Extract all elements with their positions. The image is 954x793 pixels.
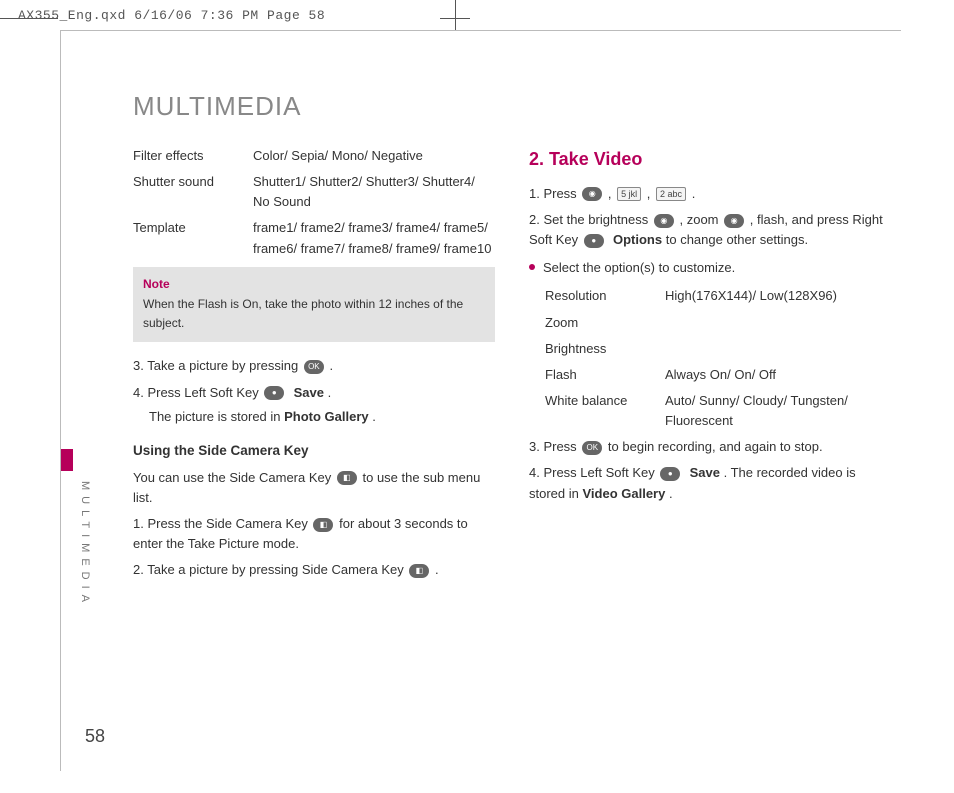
note-body: When the Flash is On, take the photo wit… (143, 295, 485, 332)
text: to begin recording, and again to stop. (608, 439, 823, 454)
side-intro: You can use the Side Camera Key ◧ to use… (133, 468, 495, 508)
text: 3. Press (529, 439, 580, 454)
def-label: Filter effects (133, 146, 253, 166)
text: . (328, 385, 332, 400)
def-label: Flash (545, 365, 665, 385)
bold-text: Video Gallery (582, 486, 665, 501)
page-number: 58 (85, 726, 105, 747)
text: . (669, 486, 673, 501)
text: 1. Press the Side Camera Key (133, 516, 311, 531)
bullet-icon (529, 264, 535, 270)
def-label: Shutter sound (133, 172, 253, 212)
text: to change other settings. (666, 232, 808, 247)
step-4: 4. Press Left Soft Key ● Save . The pict… (133, 383, 495, 427)
def-value: Auto/ Sunny/ Cloudy/ Tungsten/ Fluoresce… (665, 391, 891, 431)
r-step-1: 1. Press ◉ , 5 jkl , 2 abc . (529, 184, 891, 204)
softkey-icon: ● (264, 386, 284, 400)
def-row: Flash Always On/ On/ Off (545, 365, 891, 385)
def-row: Resolution High(176X144)/ Low(128X96) (545, 286, 891, 306)
bold-text: Options (613, 232, 662, 247)
softkey-icon: ● (584, 234, 604, 248)
softkey-icon: ● (660, 467, 680, 481)
def-value: Always On/ On/ Off (665, 365, 891, 385)
ok-key-icon: OK (582, 441, 602, 455)
text: 3. Take a picture by pressing (133, 358, 302, 373)
def-row: White balance Auto/ Sunny/ Cloudy/ Tungs… (545, 391, 891, 431)
camera-key-icon: ◧ (409, 564, 429, 578)
text: , zoom (679, 212, 722, 227)
crop-mark (0, 18, 58, 19)
text: 4. Press Left Soft Key (133, 385, 262, 400)
def-value: High(176X144)/ Low(128X96) (665, 286, 891, 306)
nav-ud-icon: ◉ (724, 214, 744, 228)
def-value: frame1/ frame2/ frame3/ frame4/ frame5/ … (253, 218, 495, 258)
text: . (435, 562, 439, 577)
left-column: Filter effects Color/ Sepia/ Mono/ Negat… (133, 146, 495, 587)
text: The picture is stored in (149, 409, 284, 424)
crop-mark (455, 0, 456, 30)
nav-lr-icon: ◉ (654, 214, 674, 228)
key-5-icon: 5 jkl (617, 187, 641, 201)
r-step-4: 4. Press Left Soft Key ● Save . The reco… (529, 463, 891, 503)
bold-text: Save (690, 465, 720, 480)
right-column: 2. Take Video 1. Press ◉ , 5 jkl , 2 abc… (529, 146, 891, 587)
text: . (372, 409, 376, 424)
def-value (665, 313, 891, 333)
section-title: 2. Take Video (529, 146, 891, 174)
text: You can use the Side Camera Key (133, 470, 335, 485)
r-step-2: 2. Set the brightness ◉ , zoom ◉ , flash… (529, 210, 891, 250)
side-step-1: 1. Press the Side Camera Key ◧ for about… (133, 514, 495, 554)
def-value (665, 339, 891, 359)
camera-key-icon: ◧ (337, 471, 357, 485)
def-row: Zoom (545, 313, 891, 333)
text: , (647, 186, 654, 201)
r-step-3: 3. Press OK to begin recording, and agai… (529, 437, 891, 457)
def-value: Color/ Sepia/ Mono/ Negative (253, 146, 495, 166)
step-3: 3. Take a picture by pressing OK . (133, 356, 495, 376)
def-row: Template frame1/ frame2/ frame3/ frame4/… (133, 218, 495, 258)
text: 4. Press Left Soft Key (529, 465, 658, 480)
subheading: Using the Side Camera Key (133, 441, 495, 462)
def-label: Zoom (545, 313, 665, 333)
bullet-text: Select the option(s) to customize. (543, 258, 735, 278)
page-frame: MULTIMEDIA 58 MULTIMEDIA Filter effects … (60, 30, 901, 771)
nav-key-icon: ◉ (582, 187, 602, 201)
key-2-icon: 2 abc (656, 187, 686, 201)
side-step-2: 2. Take a picture by pressing Side Camer… (133, 560, 495, 580)
camera-key-icon: ◧ (313, 518, 333, 532)
def-label: Brightness (545, 339, 665, 359)
text: . (329, 358, 333, 373)
text: , (608, 186, 615, 201)
def-label: Template (133, 218, 253, 258)
text: 2. Take a picture by pressing Side Camer… (133, 562, 407, 577)
note-title: Note (143, 275, 485, 294)
def-row: Filter effects Color/ Sepia/ Mono/ Negat… (133, 146, 495, 166)
def-value: Shutter1/ Shutter2/ Shutter3/ Shutter4/ … (253, 172, 495, 212)
sidebar-accent (61, 449, 73, 471)
side-section-label: MULTIMEDIA (79, 481, 91, 608)
text: 1. Press (529, 186, 580, 201)
text: . (692, 186, 696, 201)
bold-text: Photo Gallery (284, 409, 369, 424)
crop-mark (440, 18, 470, 19)
bold-text: Save (294, 385, 324, 400)
def-row: Shutter sound Shutter1/ Shutter2/ Shutte… (133, 172, 495, 212)
print-header: AX355_Eng.qxd 6/16/06 7:36 PM Page 58 (18, 8, 325, 23)
page-title: MULTIMEDIA (133, 91, 891, 122)
def-label: White balance (545, 391, 665, 431)
bullet-item: Select the option(s) to customize. (529, 258, 891, 278)
note-box: Note When the Flash is On, take the phot… (133, 267, 495, 343)
ok-key-icon: OK (304, 360, 324, 374)
def-label: Resolution (545, 286, 665, 306)
def-row: Brightness (545, 339, 891, 359)
text: 2. Set the brightness (529, 212, 652, 227)
